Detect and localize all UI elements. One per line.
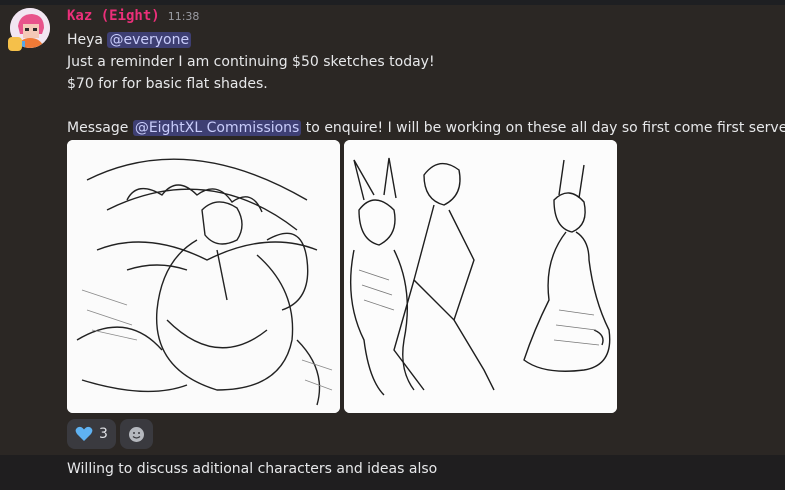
sketch-image [67,140,340,413]
image-attachments [67,140,617,413]
timestamp[interactable]: 11:38 [168,10,200,23]
chat-message-followup: Willing to discuss aditional characters … [0,455,785,490]
chat-message: Kaz (Eight) 11:38 Heya @everyone Just a … [0,5,785,455]
attachment-image-1[interactable] [67,140,340,413]
sketch-image [344,140,617,413]
reaction-blue-heart[interactable]: 3 [67,419,116,449]
username[interactable]: Kaz (Eight) [67,8,160,24]
message-text: Heya [67,32,108,48]
mention-eightxl-commissions[interactable]: @EightXL Commissions [132,120,302,136]
message-text: Willing to discuss aditional characters … [67,461,438,477]
attachment-image-2[interactable] [344,140,617,413]
message-line: Message @EightXL Commissions to enquire!… [67,117,785,139]
add-reaction-button[interactable] [119,419,153,449]
message-header: Kaz (Eight) 11:38 [67,8,199,28]
add-reaction-smiley-icon [128,426,144,442]
message-text: to enquire! I will be working on these a… [301,120,785,136]
avatar-decoration-icon [8,37,22,51]
reaction-count: 3 [99,426,108,442]
message-line: Just a reminder I am continuing $50 sket… [67,54,435,70]
mention-everyone[interactable]: @everyone [107,32,192,48]
reactions-bar: 3 [67,419,153,449]
blue-heart-icon [75,426,93,441]
message-line: $70 for for basic flat shades. [67,76,268,92]
message-line: Heya @everyone [67,29,779,51]
message-text: Message [67,120,133,136]
message-content: Heya @everyone Just a reminder I am cont… [67,29,785,139]
